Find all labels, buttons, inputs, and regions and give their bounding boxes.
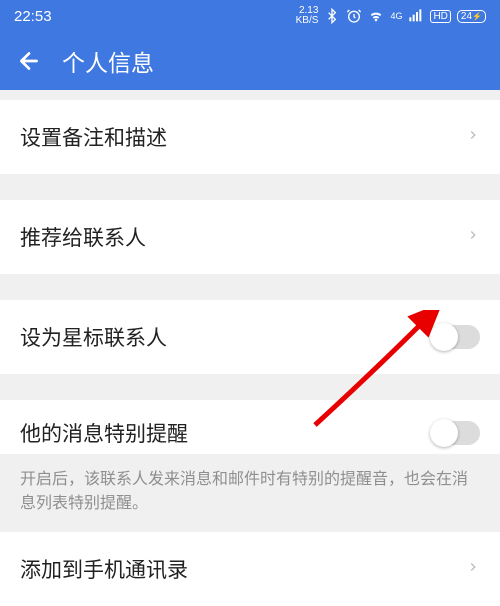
status-time: 22:53 — [14, 8, 52, 25]
toggle-knob — [430, 323, 458, 351]
header-bar: 个人信息 — [0, 32, 500, 90]
special-notify-description: 开启后，该联系人发来消息和邮件时有特别的提醒音，也会在消息列表特别提醒。 — [0, 454, 500, 532]
row-label: 设为星标联系人 — [20, 322, 167, 352]
chevron-right-icon — [466, 556, 480, 583]
chevron-right-icon — [466, 124, 480, 151]
alarm-icon — [346, 8, 362, 24]
status-right: 2.13 KB/S 4G HD 24⚡ — [296, 6, 486, 26]
row-special-notify[interactable]: 他的消息特别提醒 — [0, 400, 500, 454]
chevron-right-icon — [466, 224, 480, 251]
hd-icon: HD — [430, 10, 450, 23]
bluetooth-icon — [324, 8, 340, 24]
wifi-icon — [368, 8, 384, 24]
star-contact-toggle[interactable] — [432, 325, 480, 349]
row-star-contact[interactable]: 设为星标联系人 — [0, 300, 500, 374]
status-bar: 22:53 2.13 KB/S 4G HD 24⚡ — [0, 0, 500, 32]
back-button[interactable] — [16, 48, 42, 74]
row-recommend-contact[interactable]: 推荐给联系人 — [0, 200, 500, 274]
signal-icon — [408, 8, 424, 24]
special-notify-toggle[interactable] — [432, 421, 480, 445]
network-4g-icon: 4G — [390, 12, 402, 21]
page-title: 个人信息 — [62, 44, 154, 78]
arrow-left-icon — [16, 48, 42, 74]
row-label: 推荐给联系人 — [20, 222, 146, 252]
row-set-remark[interactable]: 设置备注和描述 — [0, 100, 500, 174]
battery-icon: 24⚡ — [457, 10, 486, 23]
row-label: 添加到手机通讯录 — [20, 554, 188, 584]
row-label: 设置备注和描述 — [20, 122, 167, 152]
row-add-phonebook[interactable]: 添加到手机通讯录 — [0, 532, 500, 606]
content-area: 设置备注和描述 推荐给联系人 设为星标联系人 他的消息特别提醒 开启后，该联系人… — [0, 90, 500, 606]
net-speed: 2.13 KB/S — [296, 6, 319, 26]
row-label: 他的消息特别提醒 — [20, 418, 188, 448]
toggle-knob — [430, 419, 458, 447]
